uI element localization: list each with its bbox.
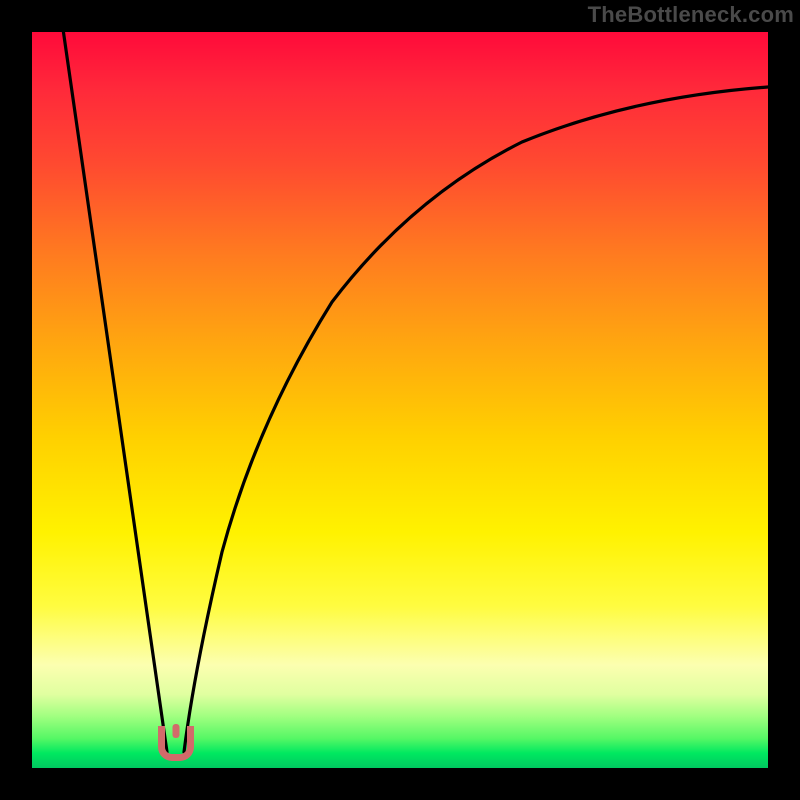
plot-area (32, 32, 768, 768)
watermark-text: TheBottleneck.com (588, 2, 794, 28)
minimum-marker (158, 726, 194, 761)
curve-layer (32, 32, 768, 768)
minimum-marker-center (173, 724, 180, 738)
curve-right (184, 87, 768, 752)
chart-frame: TheBottleneck.com (0, 0, 800, 800)
curve-left (62, 32, 167, 752)
